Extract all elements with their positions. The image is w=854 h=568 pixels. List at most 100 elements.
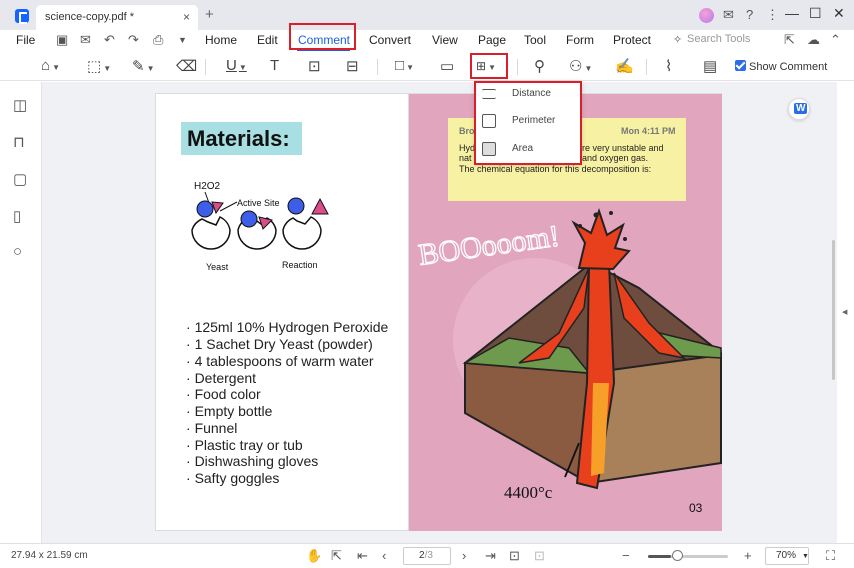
quick-access-dropdown-icon[interactable]: ▼ bbox=[178, 35, 187, 45]
menu-view[interactable]: View bbox=[432, 33, 458, 47]
comment-list-icon[interactable]: ▤ bbox=[703, 57, 717, 75]
attachment-icon[interactable]: ⌇ bbox=[665, 57, 672, 75]
total-pages: /3 bbox=[424, 550, 433, 561]
mail-icon[interactable]: ✉ bbox=[80, 32, 91, 48]
pencil-icon[interactable]: ✎ ▼ bbox=[132, 57, 155, 75]
search-tools-input[interactable]: Search Tools bbox=[687, 33, 750, 45]
help-icon[interactable]: ? bbox=[746, 7, 753, 22]
fit-width-icon[interactable]: ⊡ bbox=[534, 548, 545, 564]
note-text-line: nat bbox=[459, 153, 472, 163]
yeast-cell bbox=[282, 216, 322, 250]
toolbar-divider bbox=[205, 59, 206, 75]
zoom-slider[interactable] bbox=[648, 555, 728, 558]
dropdown-item-distance[interactable]: Distance bbox=[475, 81, 581, 107]
menu-tool[interactable]: Tool bbox=[524, 33, 546, 47]
toolbar-divider bbox=[646, 59, 647, 75]
lava-spark bbox=[623, 237, 627, 241]
lava-spark bbox=[593, 212, 599, 218]
collapse-ribbon-icon[interactable]: ⌃ bbox=[830, 32, 841, 48]
first-page-icon[interactable]: ⇤ bbox=[357, 548, 368, 564]
select-tool-icon[interactable]: ⇱ bbox=[331, 548, 342, 564]
vertical-scrollbar[interactable] bbox=[832, 240, 835, 380]
note-text-line: The chemical equation for this decomposi… bbox=[459, 164, 652, 174]
undo-icon[interactable]: ↶ bbox=[104, 32, 115, 48]
maximize-button[interactable]: ☐ bbox=[809, 5, 822, 22]
comment-panel-icon[interactable]: ▢ bbox=[13, 170, 27, 188]
avatar[interactable] bbox=[699, 8, 714, 23]
convert-to-word-icon[interactable] bbox=[788, 98, 810, 120]
app-logo-icon bbox=[15, 9, 29, 24]
show-comment-label: Show Comment bbox=[749, 61, 828, 73]
material-item: Funnel bbox=[186, 420, 238, 436]
underline-icon[interactable]: U ▼ bbox=[226, 57, 247, 74]
material-item: 1 Sachet Dry Yeast (powder) bbox=[186, 336, 373, 352]
shape-icon[interactable]: □ ▼ bbox=[395, 57, 414, 74]
new-tab-icon[interactable]: + bbox=[205, 6, 214, 23]
menu-home[interactable]: Home bbox=[205, 33, 237, 47]
chevron-down-icon: ▼ bbox=[802, 553, 809, 560]
menu-convert[interactable]: Convert bbox=[369, 33, 411, 47]
yeast-diagram: H2O2 Active Site Yeast Reaction bbox=[191, 181, 329, 272]
save-icon[interactable]: ▣ bbox=[56, 32, 68, 48]
menu-form[interactable]: Form bbox=[566, 33, 594, 47]
toolbar-divider bbox=[377, 59, 378, 75]
note-timestamp: Mon 4:11 PM bbox=[621, 126, 676, 136]
callout-icon[interactable]: ⊟ bbox=[346, 57, 359, 75]
page-number-input[interactable]: 2/3 bbox=[403, 547, 451, 565]
print-icon[interactable]: ⎙ bbox=[153, 32, 163, 48]
bookmark-icon[interactable]: ⊓ bbox=[13, 133, 25, 151]
zoom-slider-handle[interactable] bbox=[672, 550, 683, 561]
minimize-button[interactable]: — bbox=[785, 5, 799, 21]
zoom-in-icon[interactable]: + bbox=[744, 548, 752, 563]
stamp-icon[interactable]: ⚲ bbox=[534, 57, 545, 75]
h2o2-molecule bbox=[240, 210, 258, 228]
signature-icon[interactable]: ⚇ ▼ bbox=[569, 57, 592, 75]
tab-close-icon[interactable]: × bbox=[183, 10, 190, 24]
expand-right-panel-icon[interactable]: ◀ bbox=[842, 308, 847, 316]
material-item: Plastic tray or tub bbox=[186, 437, 303, 453]
menu-edit[interactable]: Edit bbox=[257, 33, 278, 47]
prev-page-icon[interactable]: ‹ bbox=[382, 548, 386, 563]
menu-comment[interactable]: Comment bbox=[298, 33, 350, 47]
next-page-icon[interactable]: › bbox=[462, 548, 466, 563]
status-bar: 27.94 x 21.59 cm ✋ ⇱ ⇤ ‹ 2/3 › ⇥ ⊡ ⊡ − +… bbox=[0, 543, 854, 568]
material-item: Empty bottle bbox=[186, 403, 273, 419]
menu-page[interactable]: Page bbox=[478, 33, 506, 47]
area-highlight-icon[interactable]: ⬚ ▼ bbox=[87, 57, 111, 75]
zoom-value: 70% bbox=[776, 550, 797, 561]
eraser-icon[interactable]: ⌫ bbox=[176, 57, 197, 75]
redo-icon[interactable]: ↷ bbox=[128, 32, 139, 48]
menu-protect[interactable]: Protect bbox=[613, 33, 651, 47]
temperature-label: 4400°c bbox=[504, 483, 553, 502]
menu-file[interactable]: File bbox=[16, 33, 35, 47]
page-dimensions: 27.94 x 21.59 cm bbox=[11, 550, 88, 561]
fullscreen-icon[interactable]: ⛶ bbox=[826, 548, 835, 564]
active-menu-underline bbox=[297, 49, 350, 51]
hand-tool-icon[interactable]: ✋ bbox=[306, 548, 322, 564]
title-bar: science-copy.pdf * × + ✉ ? ⋮ — ☐ ✕ bbox=[0, 0, 854, 30]
notification-icon[interactable]: ✉ bbox=[723, 7, 734, 23]
checkbox-checked-icon[interactable] bbox=[735, 60, 746, 71]
textbox-icon[interactable]: ⊡ bbox=[308, 57, 321, 75]
attachments-panel-icon[interactable]: ▯ bbox=[13, 207, 21, 225]
zoom-out-icon[interactable]: − bbox=[622, 548, 630, 563]
note-icon[interactable]: ▭ bbox=[440, 57, 454, 75]
sign-icon[interactable]: ✍ bbox=[615, 57, 634, 75]
document-tab[interactable]: science-copy.pdf * × bbox=[36, 5, 198, 30]
last-page-icon[interactable]: ⇥ bbox=[485, 548, 496, 564]
close-button[interactable]: ✕ bbox=[833, 5, 845, 22]
distance-icon bbox=[482, 89, 496, 99]
measure-icon[interactable]: ⊞ ▼ bbox=[476, 59, 496, 73]
more-icon[interactable]: ⋮ bbox=[766, 7, 779, 23]
text-tool-icon[interactable]: T bbox=[270, 57, 279, 74]
dropdown-item-perimeter[interactable]: Perimeter bbox=[475, 108, 581, 134]
zoom-level-select[interactable]: 70% ▼ bbox=[765, 547, 809, 565]
thumbnails-icon[interactable]: ◫ bbox=[13, 96, 27, 114]
highlight-tool-icon[interactable]: ⌂ ▼ bbox=[41, 57, 60, 74]
share-icon[interactable]: ⇱ bbox=[784, 32, 795, 48]
search-panel-icon[interactable]: ○ bbox=[13, 243, 22, 260]
fit-page-icon[interactable]: ⊡ bbox=[509, 548, 520, 564]
cloud-upload-icon[interactable]: ☁ bbox=[807, 32, 820, 48]
dropdown-item-area[interactable]: Area bbox=[475, 136, 581, 162]
show-comment-checkbox[interactable]: Show Comment bbox=[735, 60, 827, 73]
